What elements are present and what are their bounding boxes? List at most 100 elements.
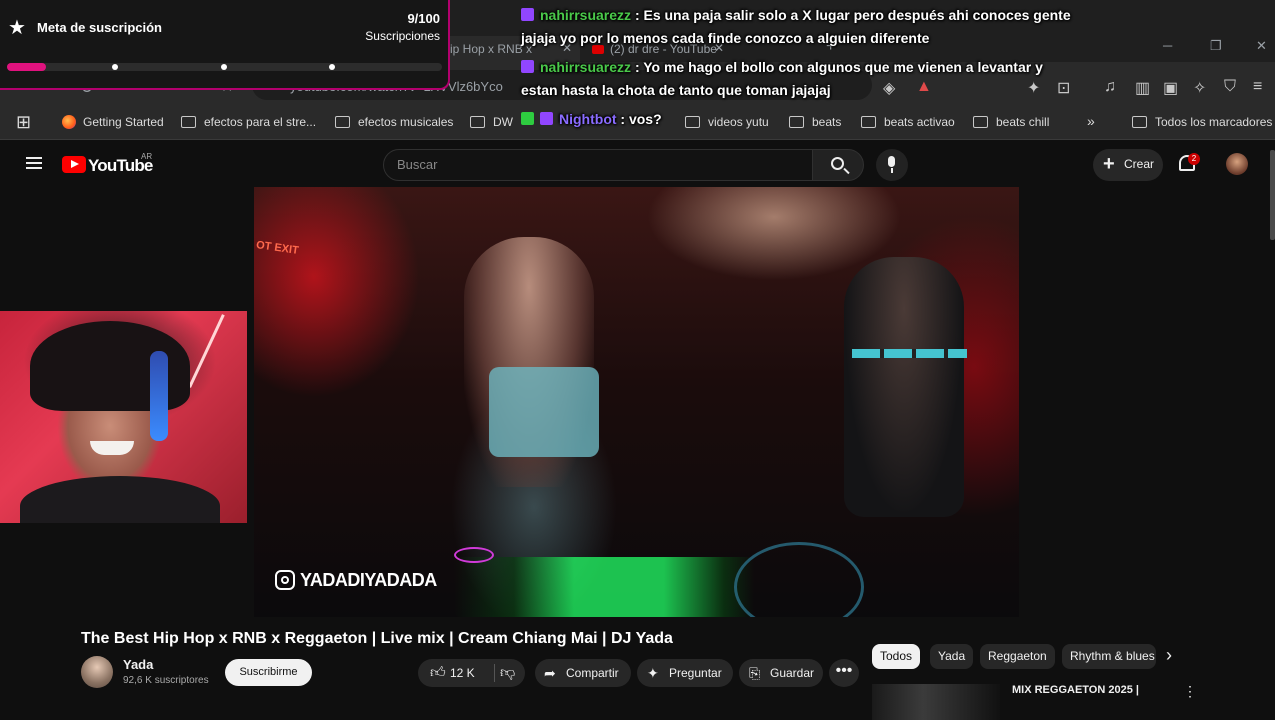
channel-avatar[interactable]: [81, 656, 113, 688]
search-icon: [831, 157, 844, 170]
chat-username: nahirrsuarezz: [540, 7, 632, 23]
share-button[interactable]: ➦ Compartir: [535, 659, 631, 687]
voice-search-icon[interactable]: [876, 149, 908, 181]
video-jacket-stripe: [852, 349, 967, 358]
notification-badge: 2: [1188, 153, 1200, 165]
vpn-icon[interactable]: ⛉: [1224, 78, 1236, 96]
bookmark-folder[interactable]: efectos para el stre...: [181, 115, 316, 129]
chat-message-continuation: estan hasta la chota de tanto que toman …: [521, 82, 831, 98]
goal-progress-bar: [7, 63, 442, 71]
video-title: The Best Hip Hop x RNB x Reggaeton | Liv…: [81, 630, 673, 647]
share-icon: ➦: [544, 665, 556, 681]
wallet-icon[interactable]: ▣: [1163, 78, 1178, 98]
dislike-icon[interactable]: 👎︎: [500, 659, 515, 687]
webcam-light-streak: [188, 314, 225, 388]
like-dislike-group: 👍︎ 12 K 👎︎: [418, 659, 525, 687]
bookmark-icon: ⎘: [749, 665, 761, 681]
folder-icon: [335, 116, 350, 128]
restore-button[interactable]: ❐: [1210, 38, 1222, 54]
goal-milestone-dot: [329, 64, 335, 70]
goal-milestone-dot: [221, 64, 227, 70]
bookmark-label: efectos para el stre...: [204, 115, 317, 129]
twitch-badge-icon: [521, 60, 534, 73]
webcam-headset: [150, 351, 168, 441]
share-label: Compartir: [566, 666, 619, 680]
menu-icon[interactable]: ≡: [1253, 78, 1262, 96]
streamer-webcam: [0, 311, 247, 523]
search-button[interactable]: [812, 149, 864, 181]
chip-reggaeton[interactable]: Reggaeton: [980, 644, 1055, 669]
like-icon[interactable]: 👍︎: [430, 659, 446, 687]
ask-button[interactable]: ✦ Preguntar: [637, 659, 733, 687]
country-code: AR: [141, 152, 153, 161]
like-count[interactable]: 12 K: [450, 659, 475, 687]
goal-count: 9/100: [407, 11, 440, 26]
page-scrollbar[interactable]: [1270, 150, 1275, 240]
instagram-icon: [275, 570, 295, 590]
bookmark-label: Todos los marcadores: [1155, 115, 1273, 129]
moderator-badge-icon: [521, 112, 534, 125]
chat-message: nahirrsuarezz : Es una paja salir solo a…: [521, 4, 1161, 27]
firefox-icon: [62, 115, 76, 129]
more-actions-button[interactable]: •••: [829, 659, 859, 687]
exit-sign: OT EXIT: [255, 239, 300, 257]
chevron-right-icon[interactable]: ›: [1166, 645, 1172, 666]
video-pad-ring: [454, 547, 494, 563]
bookmark-label: Getting Started: [83, 115, 164, 129]
search-placeholder: Buscar: [397, 157, 438, 172]
goal-subtitle: Suscripciones: [365, 29, 440, 43]
chat-text: : Es una paja salir solo a X lugar pero …: [634, 7, 1071, 23]
twitch-badge-icon: [540, 112, 553, 125]
watermark-text: YADADIYADADA: [300, 570, 437, 590]
subscriber-count: 92,6 K suscriptores: [123, 675, 209, 686]
channel-name[interactable]: Yada: [123, 657, 153, 672]
video-watermark: YADADIYADADA: [275, 570, 437, 591]
close-window-button[interactable]: ✕: [1256, 38, 1267, 54]
chat-message: Nightbot : vos?: [521, 108, 1161, 131]
chip-rhythm-blues[interactable]: Rhythm & blues: [1062, 644, 1156, 669]
chat-message: nahirrsuarezz : Yo me hago el bollo con …: [521, 56, 1161, 79]
twitch-badge-icon: [521, 8, 534, 21]
save-label: Guardar: [770, 666, 815, 680]
bookmark-label: DW: [493, 115, 513, 129]
minimize-button[interactable]: ─: [1163, 38, 1172, 53]
bookmark-folder[interactable]: DW: [470, 115, 513, 129]
save-button[interactable]: ⎘ Guardar: [739, 659, 823, 687]
create-button[interactable]: + Crear: [1093, 149, 1163, 181]
divider: [494, 664, 495, 682]
kebab-menu-icon[interactable]: ⋮: [1183, 683, 1197, 700]
plus-icon: +: [1103, 153, 1115, 175]
chat-username: nahirrsuarezz: [540, 59, 632, 75]
subscribe-button[interactable]: Suscribirme: [225, 659, 312, 686]
sparkle-icon: ✦: [647, 665, 659, 681]
guide-menu-icon[interactable]: [26, 157, 42, 169]
goal-progress-fill: [7, 63, 47, 71]
create-label: Crear: [1124, 157, 1155, 171]
webcam-body: [20, 476, 220, 523]
video-dj-controller: [454, 557, 754, 617]
goal-title: Meta de suscripción: [37, 20, 162, 35]
search-input[interactable]: [383, 149, 813, 181]
recommendation-thumbnail[interactable]: [872, 684, 1000, 720]
chat-message-continuation: jajaja yo por lo menos cada finde conozc…: [521, 30, 930, 46]
subscription-goal-widget: ★ Meta de suscripción 9/100 Suscripcione…: [0, 0, 450, 90]
account-avatar[interactable]: [1226, 153, 1248, 175]
chip-all[interactable]: Todos: [872, 644, 921, 669]
video-bystander-figure: [844, 257, 964, 517]
recommendation-title[interactable]: MIX REGGAETON 2025 |: [1012, 684, 1139, 696]
bookmark-folder[interactable]: efectos musicales: [335, 115, 453, 129]
star-icon: ★: [8, 17, 26, 39]
video-player[interactable]: OT EXIT YADADIYADADA: [254, 187, 1019, 617]
chip-yada[interactable]: Yada: [930, 644, 974, 669]
folder-icon: [181, 116, 196, 128]
chat-username: Nightbot: [559, 111, 617, 127]
folder-icon: [470, 116, 485, 128]
youtube-logo-icon[interactable]: [62, 156, 86, 173]
chat-text: : Yo me hago el bollo con algunos que me…: [634, 59, 1043, 75]
bookmark-label: efectos musicales: [358, 115, 454, 129]
apps-grid-icon[interactable]: ⊞: [16, 112, 31, 133]
screen: ip Hop x RNB x ✕ (2) dr dre - YouTube ✕ …: [0, 0, 1275, 720]
leo-ai-icon[interactable]: ✧: [1193, 78, 1206, 98]
video-dj-top: [489, 367, 599, 457]
bookmark-getting-started[interactable]: Getting Started: [62, 115, 164, 129]
